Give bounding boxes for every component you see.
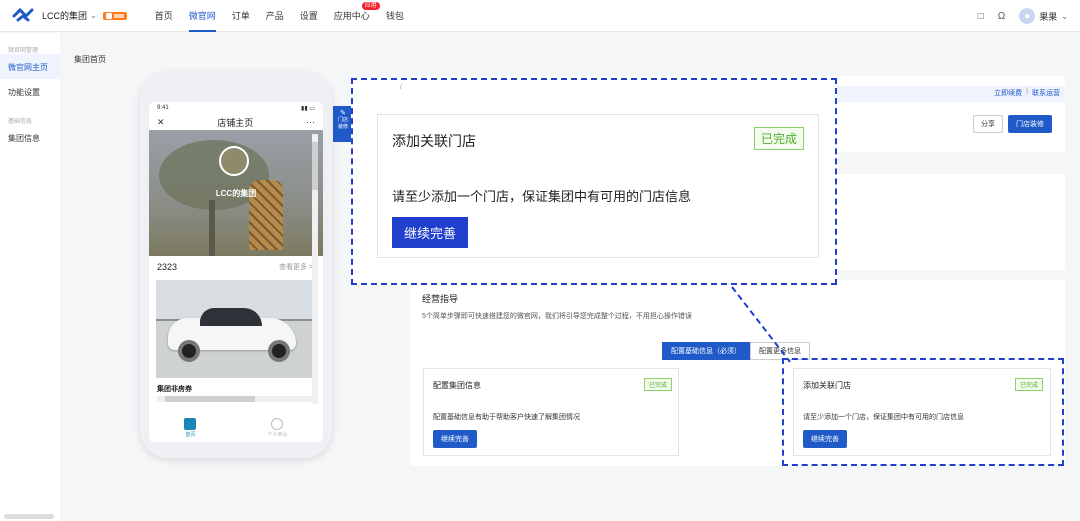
store-name: LCC的集团 — [215, 189, 257, 198]
renewal-links: 立即续费 | 联系运营 — [994, 88, 1060, 98]
link-separator: | — [1026, 88, 1028, 95]
zoom-callout: 添加关联门店 已完成 请至少添加一个门店，保证集团中有可用的门店信息 继续完善 — [351, 78, 837, 285]
highlight-box — [782, 358, 1064, 466]
profile-icon — [271, 418, 284, 430]
guide-title: 经营指导 — [422, 294, 459, 304]
share-button[interactable]: 分享 — [973, 115, 1003, 133]
logo-icon[interactable] — [12, 7, 34, 24]
phone-tab-bar: 首页 个人中心 — [149, 414, 323, 442]
store-decoration-button[interactable]: 门店装修 — [1008, 115, 1052, 133]
wheel-shape — [268, 340, 290, 362]
zoomed-continue-button[interactable]: 继续完善 — [392, 217, 469, 248]
vertical-scrollbar[interactable] — [312, 134, 318, 404]
renew-link[interactable]: 立即续费 — [994, 88, 1022, 98]
status-badge: 已完成 — [644, 378, 673, 391]
nav-app-center[interactable]: 应用中心 应用 — [326, 0, 380, 32]
coupon-title: 集团非房券 — [157, 386, 192, 393]
sidebar-group-label: 微官网管理 — [8, 48, 39, 54]
close-icon[interactable]: ✕ — [157, 117, 165, 128]
tree-trunk-shape — [209, 200, 215, 256]
store-decoration-tab[interactable]: ✎ 门店 装修 — [333, 106, 353, 142]
brush-icon: ✎ — [340, 110, 346, 117]
home-icon — [184, 418, 197, 430]
main-nav: 首页 微官网 订单 产品 设置 应用中心 应用 钱包 — [147, 0, 412, 32]
zoomed-card: 添加关联门店 已完成 请至少添加一个门店，保证集团中有可用的门店信息 继续完善 — [377, 114, 819, 258]
view-more-link[interactable]: 查看更多 > — [279, 262, 313, 272]
signal-battery-icon: ▮▮ ▭ — [301, 105, 315, 112]
user-name: 果果 — [1039, 11, 1058, 22]
top-navigation-bar: LCC的集团 ⌄ 首页 微官网 订单 产品 设置 应用中心 应用 钱包 □ Ω … — [0, 0, 1080, 32]
nav-home[interactable]: 首页 — [147, 0, 181, 32]
phone-screen: 9:41 ▮▮ ▭ ✕ 店铺主页 ··· LCC的集团 2323 查看更多 > … — [149, 102, 323, 442]
sidebar-item-group-info[interactable]: 集团信息 — [0, 125, 60, 150]
sidebar-scrollbar[interactable] — [4, 514, 54, 519]
vip-badge[interactable] — [102, 11, 127, 20]
headset-icon[interactable]: Ω — [998, 11, 1005, 22]
badge-icon — [105, 12, 112, 19]
brand-name: LCC的集团 — [42, 11, 88, 21]
tab-basic-info[interactable]: 配置基础信息（必须） — [662, 342, 750, 360]
brand-switcher[interactable]: LCC的集团 ⌄ — [42, 9, 97, 22]
top-right-tools: □ Ω ● 果果 ⌄ — [978, 0, 1068, 32]
avatar: ● — [1019, 8, 1036, 24]
more-icon[interactable]: ··· — [306, 117, 315, 127]
phone-status-bar: 9:41 ▮▮ ▭ — [149, 102, 323, 114]
sidebar-item-feature-settings[interactable]: 功能设置 — [0, 79, 60, 104]
phone-page-title: 店铺主页 — [217, 117, 254, 128]
guide-description: 5个简单步骤即可快速搭建您的微官网，我们将引导您完成整个过程，不用担心操作错误 — [422, 313, 692, 320]
nav-products[interactable]: 产品 — [258, 0, 292, 32]
phone-tab-profile[interactable]: 个人中心 — [267, 418, 287, 438]
message-icon[interactable]: □ — [978, 11, 984, 22]
nav-wallet[interactable]: 钱包 — [378, 0, 412, 32]
zoomed-card-desc: 请至少添加一个门店，保证集团中有可用的门店信息 — [392, 189, 692, 204]
phone-title-bar: ✕ 店铺主页 ··· — [149, 114, 323, 130]
chevron-down-icon: ⌄ — [90, 11, 97, 20]
sidebar-group-label: 基础信息 — [8, 119, 33, 125]
car-window-shape — [200, 308, 262, 326]
phone-time: 9:41 — [157, 105, 169, 111]
nav-settings[interactable]: 设置 — [292, 0, 326, 32]
wheel-shape — [178, 340, 200, 362]
nav-orders[interactable]: 订单 — [224, 0, 258, 32]
breadcrumb: 集团首页 — [74, 55, 106, 64]
continue-button[interactable]: 继续完善 — [433, 430, 477, 448]
store-avatar — [219, 146, 249, 176]
store-hero-image: LCC的集团 — [149, 130, 323, 256]
config-group-desc: 配置基础信息有助于帮助客户快速了解集团情况 — [433, 414, 580, 421]
status-badge: 已完成 — [753, 127, 804, 150]
chevron-down-icon: ⌄ — [1061, 11, 1068, 21]
config-group-title: 配置集团信息 — [433, 381, 481, 390]
contact-ops-link[interactable]: 联系运营 — [1032, 88, 1060, 98]
sidebar: 微官网管理 微官网主页 功能设置 基础信息 集团信息 — [0, 33, 60, 521]
zoomed-card-title: 添加关联门店 — [392, 133, 476, 149]
coupon-image — [156, 280, 316, 378]
badge-bar-icon — [113, 13, 124, 18]
store-stats-row: 2323 查看更多 > — [149, 256, 323, 274]
sidebar-item-microsite-home[interactable]: 微官网主页 — [0, 54, 60, 79]
nav-microsite[interactable]: 微官网 — [181, 0, 224, 32]
user-menu[interactable]: ● 果果 ⌄ — [1019, 8, 1068, 24]
breadcrumb-separator: / — [400, 84, 402, 91]
phone-preview: 9:41 ▮▮ ▭ ✕ 店铺主页 ··· LCC的集团 2323 查看更多 > … — [140, 72, 332, 458]
horizontal-scrollbar[interactable] — [157, 396, 315, 402]
phone-tab-home[interactable]: 首页 — [184, 418, 197, 438]
store-count: 2323 — [157, 262, 178, 272]
